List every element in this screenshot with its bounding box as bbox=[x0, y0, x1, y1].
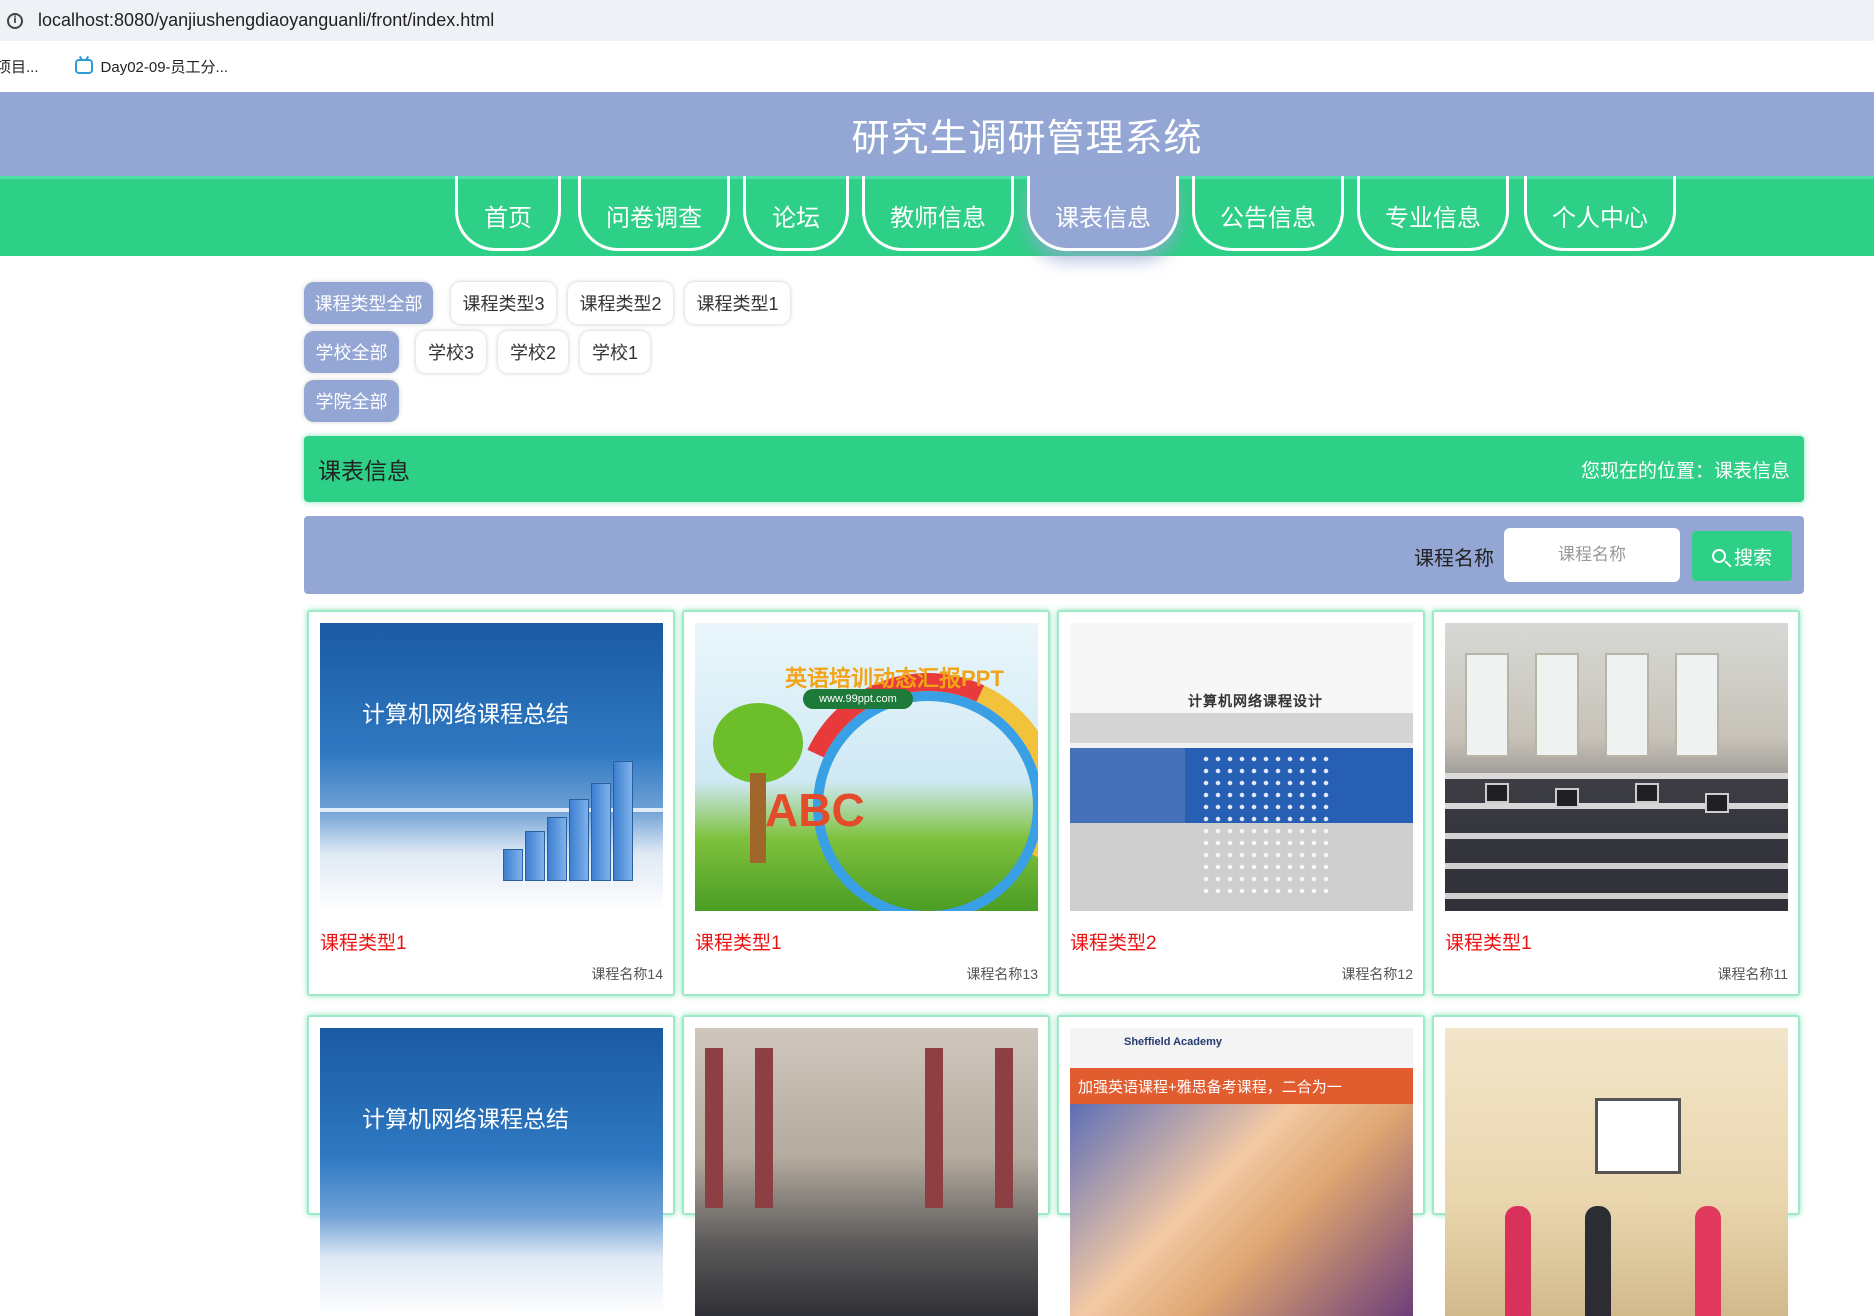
address-bar[interactable]: i localhost:8080/yanjiushengdiaoyanguanl… bbox=[0, 0, 1874, 41]
filter-school-all[interactable]: 学校全部 bbox=[304, 331, 399, 373]
search-button[interactable]: 搜索 bbox=[1692, 531, 1792, 581]
breadcrumb: 您现在的位置：课表信息 bbox=[1581, 456, 1790, 483]
search-bar: 课程名称 搜索 bbox=[304, 516, 1804, 594]
course-image: 计算机网络课程设计 bbox=[1070, 623, 1413, 911]
nav-major-info[interactable]: 专业信息 bbox=[1357, 176, 1509, 251]
nav-survey[interactable]: 问卷调查 bbox=[578, 176, 730, 251]
bookmark-label: Day02-09-员工分... bbox=[100, 59, 229, 76]
course-name: 课程名称12 bbox=[1341, 966, 1413, 982]
filter-college-all[interactable]: 学院全部 bbox=[304, 380, 399, 422]
course-name: 课程名称13 bbox=[966, 966, 1038, 982]
bilibili-icon bbox=[74, 59, 93, 74]
section-title: 课表信息 bbox=[318, 458, 410, 484]
breadcrumb-prefix: 您现在的位置： bbox=[1580, 460, 1714, 482]
course-card[interactable]: 计算机网络课程总结 bbox=[307, 1015, 675, 1316]
course-card[interactable]: ABC 英语培训动态汇报PPT www.99ppt.com 课程类型1 课程名称… bbox=[682, 610, 1050, 996]
site-info-icon[interactable]: i bbox=[7, 12, 23, 29]
nav-forum[interactable]: 论坛 bbox=[743, 176, 849, 251]
course-name: 课程名称14 bbox=[591, 966, 663, 982]
course-card[interactable]: 课程类型1 课程名称11 bbox=[1432, 610, 1800, 996]
course-image: ABC 英语培训动态汇报PPT www.99ppt.com bbox=[695, 623, 1038, 911]
nav-teacher-info[interactable]: 教师信息 bbox=[862, 176, 1014, 251]
filter-school-2[interactable]: 学校2 bbox=[498, 331, 568, 373]
bookmark-2[interactable]: Day02-09-员工分... bbox=[74, 56, 229, 77]
course-image: 计算机网络课程总结 bbox=[320, 1028, 663, 1316]
filter-school-1[interactable]: 学校1 bbox=[580, 331, 650, 373]
course-card[interactable] bbox=[1432, 1015, 1800, 1316]
filter-course-type-2[interactable]: 课程类型2 bbox=[568, 282, 673, 324]
course-type: 课程类型1 bbox=[320, 933, 407, 954]
course-card[interactable]: Sheffield Academy 加强英语课程+雅思备考课程，二合为一 bbox=[1057, 1015, 1425, 1316]
abc-graphic: ABC bbox=[765, 784, 865, 836]
search-icon bbox=[1711, 549, 1726, 563]
filter-course-type-1[interactable]: 课程类型1 bbox=[685, 282, 790, 324]
nav-home[interactable]: 首页 bbox=[455, 176, 561, 251]
academy-logo: Sheffield Academy bbox=[1124, 1036, 1223, 1048]
url-text[interactable]: localhost:8080/yanjiushengdiaoyanguanli/… bbox=[38, 10, 494, 31]
nav-notice-info[interactable]: 公告信息 bbox=[1192, 176, 1344, 251]
search-button-label: 搜索 bbox=[1733, 547, 1772, 569]
course-type: 课程类型2 bbox=[1070, 933, 1157, 954]
course-name-search-input[interactable] bbox=[1504, 528, 1680, 582]
site-header: 研究生调研管理系统 bbox=[0, 92, 1874, 176]
course-image-url: www.99ppt.com bbox=[803, 689, 913, 709]
filter-school-3[interactable]: 学校3 bbox=[416, 331, 486, 373]
course-image-caption: 加强英语课程+雅思备考课程，二合为一 bbox=[1070, 1068, 1413, 1104]
nav-personal-center[interactable]: 个人中心 bbox=[1524, 176, 1676, 251]
course-type: 课程类型1 bbox=[695, 933, 782, 954]
bar-chart-graphic bbox=[503, 761, 633, 881]
course-image-caption: 计算机网络课程总结 bbox=[362, 1106, 569, 1132]
bookmarks-bar: 项目... Day02-09-员工分... bbox=[0, 41, 1874, 92]
course-card[interactable] bbox=[682, 1015, 1050, 1316]
course-name: 课程名称11 bbox=[1717, 966, 1788, 982]
course-image bbox=[695, 1028, 1038, 1316]
course-image-caption: 计算机网络课程总结 bbox=[362, 701, 569, 727]
section-header: 课表信息 您现在的位置：课表信息 bbox=[304, 436, 1804, 502]
site-title: 研究生调研管理系统 bbox=[851, 117, 1203, 160]
course-card[interactable]: 计算机网络课程设计 课程类型2 课程名称12 bbox=[1057, 610, 1425, 996]
search-label: 课程名称 bbox=[1414, 548, 1494, 570]
filter-course-type-all[interactable]: 课程类型全部 bbox=[304, 282, 433, 324]
course-card[interactable]: 计算机网络课程总结 课程类型1 课程名称14 bbox=[307, 610, 675, 996]
course-image bbox=[1445, 623, 1788, 911]
course-type: 课程类型1 bbox=[1445, 933, 1532, 954]
nav-schedule-info[interactable]: 课表信息 bbox=[1027, 176, 1179, 251]
breadcrumb-current[interactable]: 课表信息 bbox=[1714, 461, 1790, 482]
course-image: 计算机网络课程总结 bbox=[320, 623, 663, 911]
bookmark-1[interactable]: 项目... bbox=[0, 56, 39, 77]
course-image bbox=[1445, 1028, 1788, 1316]
bookmark-label: 项目... bbox=[0, 59, 39, 76]
course-image: Sheffield Academy 加强英语课程+雅思备考课程，二合为一 bbox=[1070, 1028, 1413, 1316]
filter-course-type-3[interactable]: 课程类型3 bbox=[451, 282, 556, 324]
course-image-caption: 计算机网络课程设计 bbox=[1188, 693, 1323, 709]
main-nav: 首页 问卷调查 论坛 教师信息 课表信息 公告信息 专业信息 个人中心 bbox=[0, 176, 1874, 256]
